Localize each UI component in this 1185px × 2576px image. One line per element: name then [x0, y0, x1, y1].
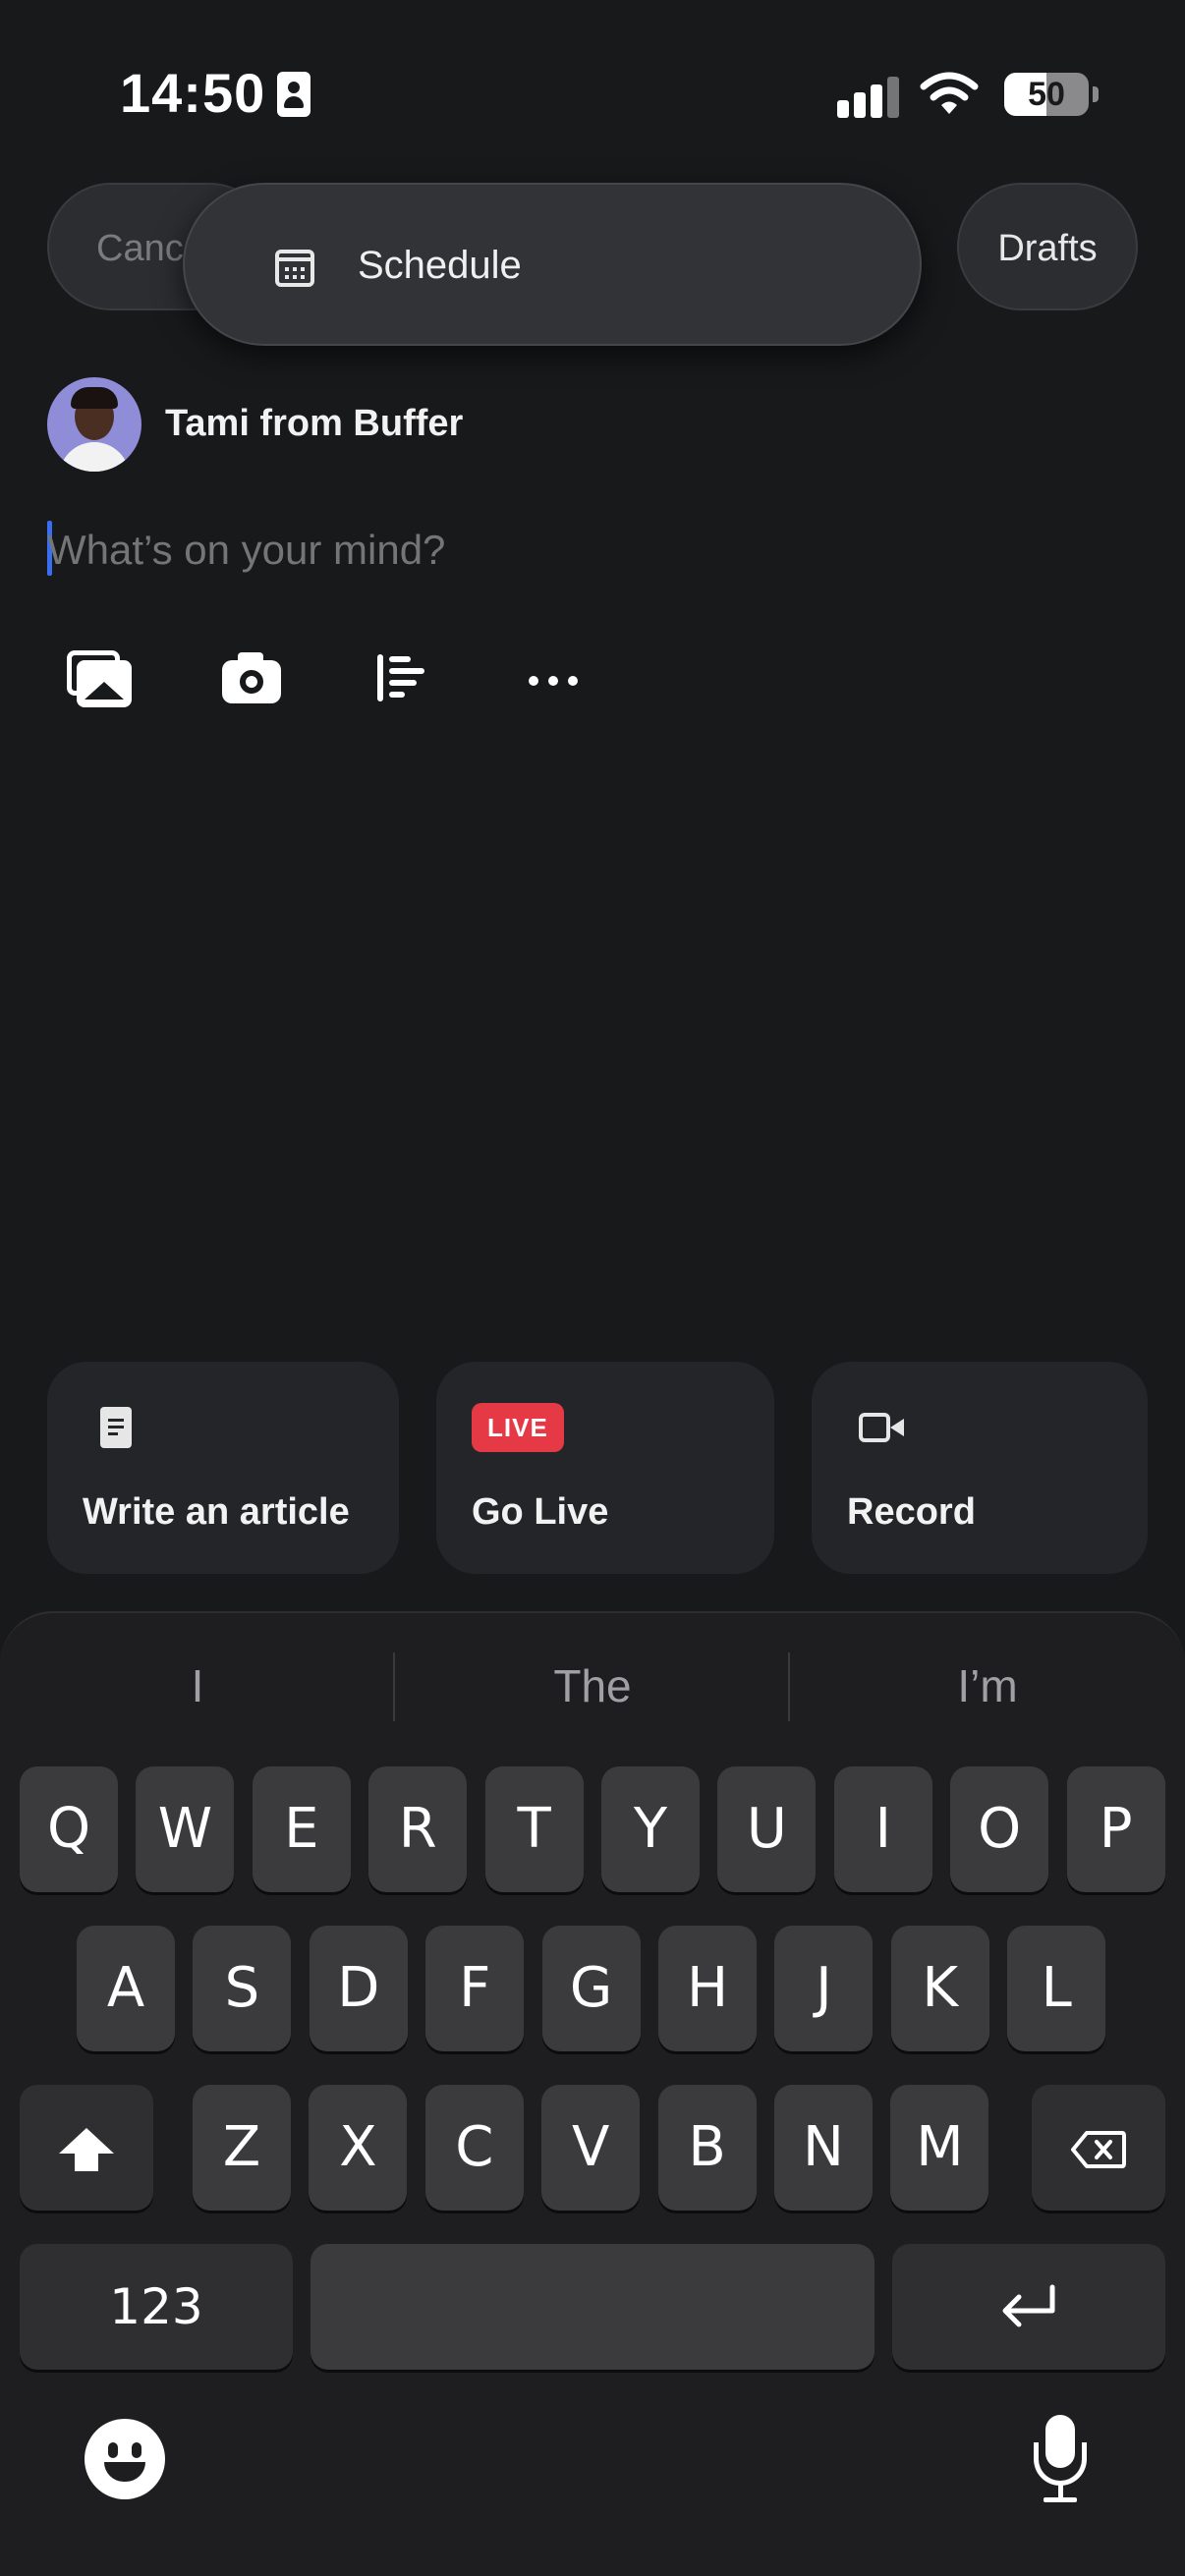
return-key[interactable]	[892, 2244, 1165, 2370]
key-t[interactable]: T	[484, 1766, 584, 1892]
emoji-icon[interactable]	[85, 2419, 165, 2499]
key-r[interactable]: R	[368, 1766, 468, 1892]
key-g[interactable]: G	[541, 1926, 641, 2051]
key-n[interactable]: N	[774, 2085, 873, 2211]
keyboard: I The I’m QWERTYUIOPASDFGHJKLZXCVBNM 123	[0, 1611, 1185, 2576]
suggestion-item[interactable]: I	[0, 1649, 395, 1723]
schedule-button[interactable]: Schedule	[183, 183, 922, 346]
shift-icon	[59, 2128, 114, 2171]
key-k[interactable]: K	[890, 1926, 989, 2051]
key-v[interactable]: V	[541, 2085, 641, 2211]
drafts-label: Drafts	[997, 228, 1098, 269]
key-b[interactable]: B	[657, 2085, 757, 2211]
space-key[interactable]	[310, 2244, 875, 2370]
key-u[interactable]: U	[717, 1766, 817, 1892]
microphone-icon[interactable]	[1026, 2415, 1095, 2505]
key-s[interactable]: S	[193, 1926, 292, 2051]
key-z[interactable]: Z	[193, 2085, 291, 2211]
key-a[interactable]: A	[77, 1926, 175, 2051]
record-label: Record	[847, 1491, 976, 1533]
author-name: Tami from Buffer	[165, 403, 464, 444]
schedule-label: Schedule	[358, 244, 522, 287]
suggestion-item[interactable]: The	[395, 1649, 790, 1723]
go-live-label: Go Live	[472, 1491, 609, 1533]
document-icon	[100, 1407, 132, 1448]
return-icon	[1002, 2284, 1055, 2327]
key-x[interactable]: X	[309, 2085, 408, 2211]
write-article-card[interactable]: Write an article	[47, 1362, 399, 1574]
key-c[interactable]: C	[424, 2085, 524, 2211]
cancel-label: Canc	[96, 228, 184, 269]
battery-icon: 50	[1004, 73, 1089, 116]
key-l[interactable]: L	[1007, 1926, 1106, 2051]
key-h[interactable]: H	[658, 1926, 757, 2051]
status-time: 14:50	[120, 62, 266, 124]
status-bar: 14:50 50	[0, 0, 1185, 187]
suggestion-bar: I The I’m	[0, 1649, 1185, 1723]
key-j[interactable]: J	[774, 1926, 874, 2051]
cellular-signal-icon	[837, 75, 900, 118]
key-w[interactable]: W	[136, 1766, 235, 1892]
go-live-card[interactable]: LIVE Go Live	[436, 1362, 774, 1574]
photo-library-icon[interactable]	[55, 639, 134, 717]
key-f[interactable]: F	[425, 1926, 525, 2051]
backspace-icon	[1071, 2131, 1126, 2168]
key-q[interactable]: Q	[20, 1766, 118, 1892]
key-d[interactable]: D	[309, 1926, 408, 2051]
key-e[interactable]: E	[252, 1766, 351, 1892]
delete-key[interactable]	[1032, 2085, 1165, 2211]
key-p[interactable]: P	[1066, 1766, 1165, 1892]
more-icon[interactable]	[515, 639, 593, 717]
key-y[interactable]: Y	[601, 1766, 700, 1892]
live-badge: LIVE	[472, 1403, 564, 1452]
video-camera-icon	[859, 1413, 908, 1446]
record-card[interactable]: Record	[812, 1362, 1148, 1574]
camera-icon[interactable]	[208, 639, 287, 717]
shift-key[interactable]	[20, 2085, 153, 2211]
numbers-key[interactable]: 123	[20, 2244, 293, 2370]
drafts-button[interactable]: Drafts	[957, 183, 1138, 310]
list-icon[interactable]	[362, 639, 440, 717]
avatar	[47, 377, 141, 472]
key-i[interactable]: I	[833, 1766, 932, 1892]
key-o[interactable]: O	[950, 1766, 1049, 1892]
contact-card-icon	[277, 72, 310, 117]
post-composer-input[interactable]	[47, 527, 1030, 574]
battery-percent: 50	[1028, 76, 1065, 113]
wifi-icon	[920, 72, 979, 114]
suggestion-item[interactable]: I’m	[790, 1649, 1185, 1723]
key-m[interactable]: M	[890, 2085, 989, 2211]
calendar-icon	[275, 250, 314, 287]
write-article-label: Write an article	[83, 1491, 350, 1533]
